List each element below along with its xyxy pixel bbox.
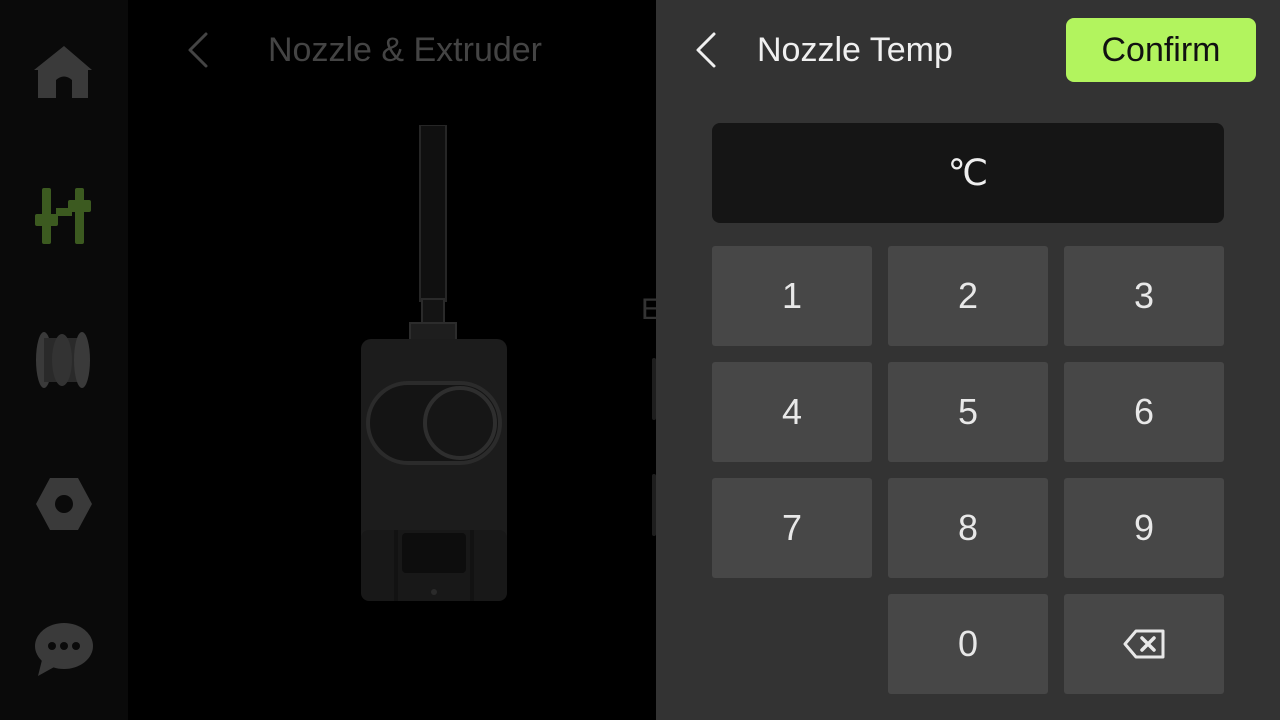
key-7[interactable]: 7 <box>712 478 872 578</box>
temperature-unit: ℃ <box>947 152 989 193</box>
chat-bubble-icon[interactable] <box>32 616 96 680</box>
key-4[interactable]: 4 <box>712 362 872 462</box>
sidebar <box>0 0 128 720</box>
confirm-button[interactable]: Confirm <box>1066 18 1256 82</box>
key-0[interactable]: 0 <box>888 594 1048 694</box>
settings-nut-icon[interactable] <box>32 472 96 536</box>
panel-title: Nozzle Temp <box>757 31 953 69</box>
home-icon[interactable] <box>32 40 96 104</box>
back-button[interactable] <box>690 28 724 72</box>
key-3[interactable]: 3 <box>1064 246 1224 346</box>
key-9[interactable]: 9 <box>1064 478 1224 578</box>
key-6[interactable]: 6 <box>1064 362 1224 462</box>
filament-spool-icon[interactable] <box>32 328 96 392</box>
key-1[interactable]: 1 <box>712 246 872 346</box>
key-2[interactable]: 2 <box>888 246 1048 346</box>
key-5[interactable]: 5 <box>888 362 1048 462</box>
temperature-input-display[interactable]: ℃ <box>712 123 1224 223</box>
back-chevron-icon <box>696 32 716 68</box>
controls-sliders-icon[interactable] <box>32 184 96 248</box>
page-title: Nozzle & Extruder <box>268 31 542 69</box>
backspace-icon <box>1123 629 1165 659</box>
extruder-illustration <box>350 124 520 605</box>
back-chevron-icon[interactable] <box>184 28 216 72</box>
key-8[interactable]: 8 <box>888 478 1048 578</box>
backspace-key[interactable] <box>1064 594 1224 694</box>
